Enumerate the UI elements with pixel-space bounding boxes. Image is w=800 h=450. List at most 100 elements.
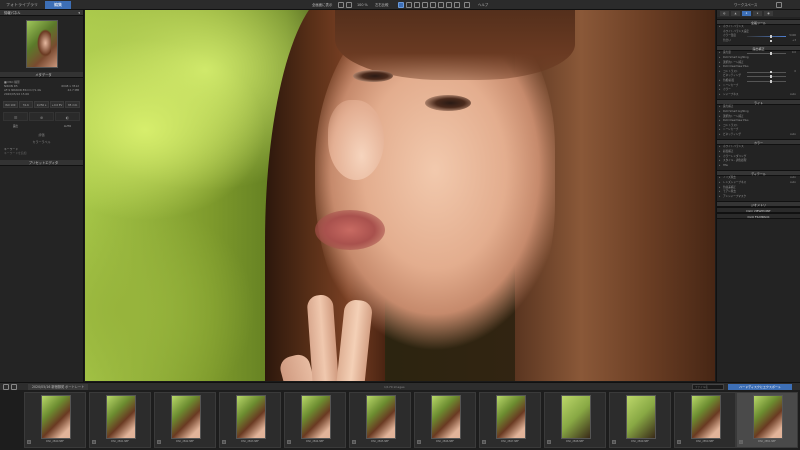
settings-icon[interactable] (776, 2, 782, 8)
setting-label: DxO ClearView Plus (723, 119, 749, 123)
focal-value: 85 mm (65, 101, 80, 108)
perspective-icon[interactable] (414, 2, 420, 8)
temperature-slider[interactable] (747, 35, 786, 38)
contrast-slider[interactable] (747, 71, 786, 73)
setting-row[interactable]: HSL (717, 164, 800, 169)
shutter-value: 1/250 s (34, 101, 49, 108)
tint-slider[interactable] (747, 40, 786, 42)
filmstrip-item[interactable]: M DSC_2844.NEF (284, 392, 346, 448)
thumbnail (301, 395, 331, 439)
compare-button[interactable]: 左右比較 (373, 2, 391, 8)
preset-editor-title: プリセットエディタ (28, 161, 59, 165)
setting-row[interactable]: ビネッティング Auto (717, 133, 800, 138)
metadata-list: ■ DSC 撮影 NIKON D5 6048 x 3512 AF-S NIKKOR… (0, 78, 83, 96)
meta-row: 2020/05/16 15:06 (0, 92, 83, 96)
fullscreen-button[interactable]: 全画面に表示 (310, 2, 334, 8)
setting-row[interactable]: アンシャープマスク (717, 195, 800, 200)
setting-label: アンシャープマスク (723, 194, 747, 198)
setting-label: ホワイトバランス設定 (723, 29, 749, 33)
setting-label: ビネッティング (723, 74, 742, 78)
filmstrip-item-selected[interactable]: M DSC_2851.NEF (736, 392, 798, 448)
tab-photo-library[interactable]: フォトライブラリ (0, 0, 40, 10)
tab-light-icon[interactable]: ◐ (720, 11, 729, 16)
filmstrip-item[interactable]: M DSC_2846.NEF (414, 392, 476, 448)
filmstrip-item[interactable]: M DSC_2840.NEF (24, 392, 86, 448)
section-color: カラー ホワイトバランス 彩度補正 カラーレンダリング スタイル - 調色処理 … (717, 139, 800, 168)
filmstrip-item[interactable]: M DSC_2845.NEF (349, 392, 411, 448)
setting-label: シャープネス (723, 92, 739, 96)
icon-row: ☰ ⊕ ◐ (0, 112, 83, 121)
setting-label: DxO ClearView Plus (723, 65, 749, 69)
vignette-slider[interactable] (747, 75, 786, 78)
photo-nose (328, 100, 384, 180)
filmstrip-item[interactable]: M DSC_2842.NEF (154, 392, 216, 448)
metadata-header[interactable]: メタデータ (0, 72, 83, 78)
filmstrip-item[interactable]: M DSC_2849.NEF (609, 392, 671, 448)
setting-label: スタイル - 調色処理 (723, 159, 747, 163)
navigator-thumbnail[interactable] (25, 20, 58, 68)
filename: DSC_2847.NEF (501, 440, 519, 443)
image-viewer[interactable] (85, 10, 715, 381)
setting-label: モアレ除去 (723, 190, 736, 194)
straighten-icon[interactable] (406, 2, 412, 8)
preset-editor-header[interactable]: プリセットエディタ (0, 160, 83, 166)
exposure-slider[interactable] (747, 52, 786, 55)
filmstrip-item[interactable]: M DSC_2850.NEF (674, 392, 736, 448)
rotate-icon[interactable] (346, 2, 352, 8)
filmstrip-item[interactable]: M DSC_2843.NEF (219, 392, 281, 448)
close-icon[interactable]: ▾ (78, 10, 80, 16)
navigator-header[interactable]: 情報パネル ▾ (0, 10, 83, 16)
tab-all-icon[interactable]: ✦ (742, 11, 751, 16)
filename: DSC_2845.NEF (371, 440, 389, 443)
setting-label: トーンカーブ (723, 128, 739, 132)
setting-label: コントラスト (723, 123, 739, 127)
hue-slider[interactable] (747, 80, 786, 82)
thumbnail (496, 395, 526, 439)
filename: DSC_2846.NEF (436, 440, 454, 443)
filmstrip-item[interactable]: M DSC_2847.NEF (479, 392, 541, 448)
setting-label: トーンカーブ (723, 83, 739, 87)
tab-geometry-icon[interactable]: ● (764, 11, 773, 16)
tab-detail-icon[interactable]: ★ (753, 11, 762, 16)
setting-row[interactable]: シャープネス Auto (717, 93, 800, 98)
filmpack-plugin[interactable]: DxO FILMPACK (717, 213, 800, 220)
metadata-title: メタデータ (35, 73, 52, 77)
right-panel: ◐ ▲ ✦ ★ ● 全般ツール ホワイトバランス ホワイトバランス設定 カラー温… (716, 10, 800, 382)
hand-tool-icon[interactable] (398, 2, 404, 8)
setting-label: HSL (723, 163, 729, 167)
repair-icon[interactable] (422, 2, 428, 8)
setting-label: カラー温度 (723, 34, 736, 38)
exposure-icon[interactable]: ☰ (3, 112, 28, 121)
filename: DSC_2842.NEF (176, 440, 194, 443)
histogram-icon[interactable] (446, 2, 452, 8)
thumbnail (691, 395, 721, 439)
crop-icon[interactable] (338, 2, 344, 8)
zoom-level[interactable]: 100 % (355, 2, 370, 8)
filmstrip-item[interactable]: M DSC_2841.NEF (89, 392, 151, 448)
keyword-input[interactable]: キーワードを追加 (0, 151, 83, 155)
filename: DSC_2844.NEF (306, 440, 324, 443)
thumbnail (626, 395, 656, 439)
mask-icon[interactable] (454, 2, 460, 8)
right-panel-tabs: ◐ ▲ ✦ ★ ● (717, 10, 800, 17)
color-label[interactable]: カラーラベル (0, 140, 83, 144)
local-adjust-icon[interactable] (430, 2, 436, 8)
photo-eye-right (425, 95, 471, 111)
help-button[interactable]: ヘルプ (476, 2, 490, 8)
metering-icon[interactable]: ◐ (55, 112, 80, 121)
filmstrip-item[interactable]: M DSC_2848.NEF (544, 392, 606, 448)
filmstrip: M DSC_2840.NEF M DSC_2841.NEF M DSC_2842.NE… (0, 390, 800, 450)
flash-icon[interactable]: ⊕ (29, 112, 54, 121)
filename: DSC_2841.NEF (111, 440, 129, 443)
tab-color-icon[interactable]: ▲ (731, 11, 740, 16)
tab-edit[interactable]: 編集 (45, 1, 71, 9)
info-icon[interactable] (464, 2, 470, 8)
setting-label: 色収差補正 (723, 185, 736, 189)
redeye-icon[interactable] (438, 2, 444, 8)
setting-row[interactable]: 色合い +3 (717, 39, 800, 44)
workspace-button[interactable]: ワークスペース (732, 2, 759, 8)
iso-value: ISO 100 (3, 101, 18, 108)
section-light: ライト 露光補正 DxO Smart Lighting 選択的トーン補正 DxO… (717, 99, 800, 137)
flash-label (29, 123, 54, 130)
setting-value: +3 (792, 38, 796, 42)
